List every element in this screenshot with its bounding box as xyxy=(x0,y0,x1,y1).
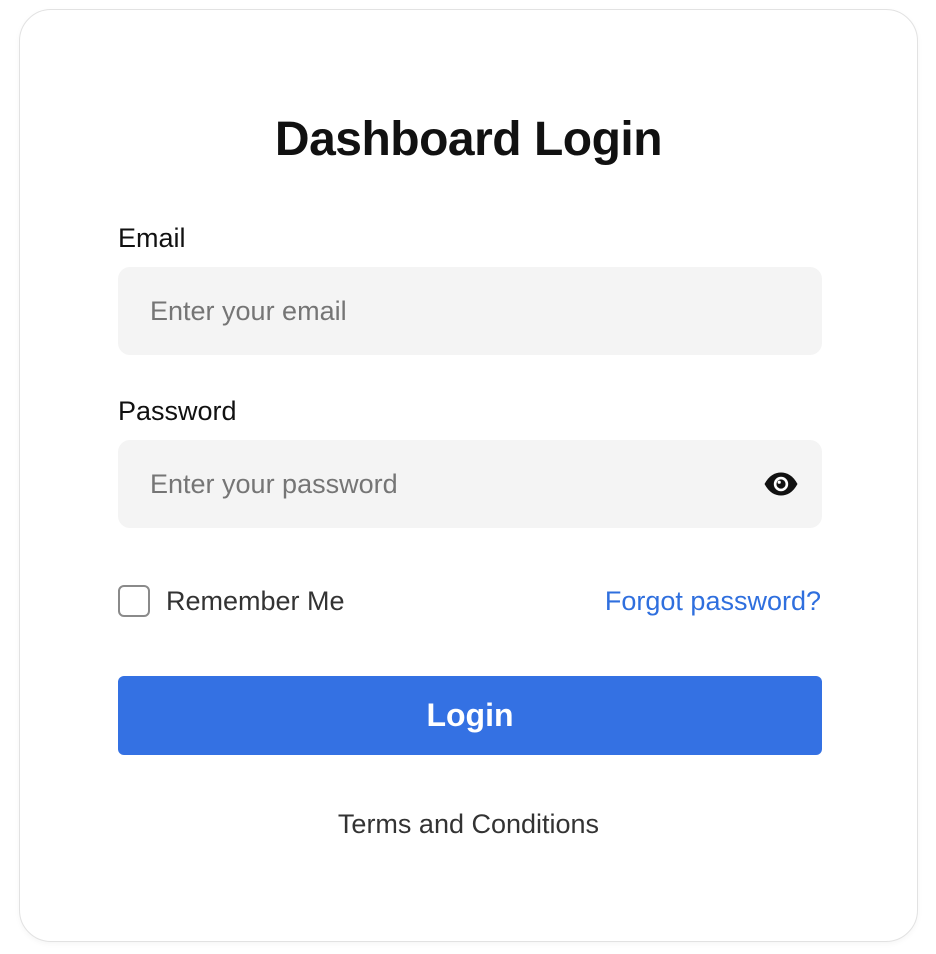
email-label: Email xyxy=(118,223,186,253)
email-field-container xyxy=(118,267,822,355)
password-field-container xyxy=(118,440,822,528)
remember-me-label[interactable]: Remember Me xyxy=(166,585,345,617)
remember-me-checkbox[interactable] xyxy=(118,585,150,617)
terms-and-conditions-link[interactable]: Terms and Conditions xyxy=(20,808,917,840)
email-field[interactable] xyxy=(118,267,822,355)
login-button[interactable]: Login xyxy=(118,676,822,755)
page-title: Dashboard Login xyxy=(274,113,663,166)
login-card: Dashboard Login Email Password Remember … xyxy=(19,9,918,942)
password-label: Password xyxy=(118,396,237,426)
password-field[interactable] xyxy=(118,440,822,528)
show-password-toggle[interactable] xyxy=(762,466,800,502)
eye-icon xyxy=(764,472,798,496)
forgot-password-link[interactable]: Forgot password? xyxy=(605,585,821,617)
remember-me-row: Remember Me xyxy=(118,585,345,617)
